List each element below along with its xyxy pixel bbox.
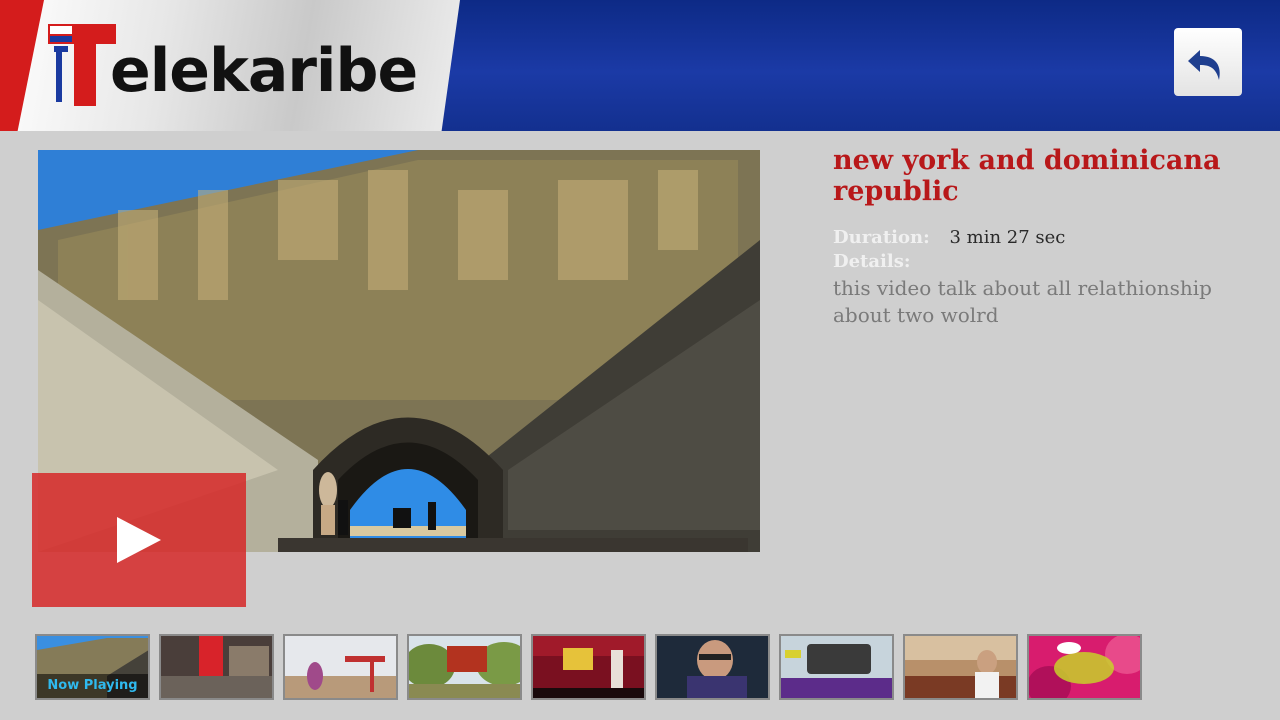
duration-row: Duration: 3 min 27 sec [833, 227, 1253, 249]
duration-label: Duration: [833, 227, 930, 248]
thumbnail-image [161, 636, 272, 698]
app-header: elekaribe [0, 0, 1280, 131]
logo-mark-icon [48, 24, 116, 106]
thumbnail-5[interactable] [531, 634, 646, 700]
play-button[interactable] [32, 473, 246, 607]
play-icon [117, 517, 161, 563]
video-title: new york and dominicana republic [833, 145, 1221, 207]
thumbnail-8[interactable] [903, 634, 1018, 700]
undo-arrow-icon [1188, 50, 1220, 80]
thumbnail-image [905, 636, 1016, 698]
duration-value: 3 min 27 sec [949, 227, 1066, 248]
details-label: Details: [833, 251, 911, 272]
thumbnail-6[interactable] [655, 634, 770, 700]
thumbnail-7[interactable] [779, 634, 894, 700]
thumbnail-9[interactable] [1027, 634, 1142, 700]
thumbnail-image [533, 636, 644, 698]
details-text: this video talk about all relathionship … [833, 276, 1212, 327]
thumbnail-4[interactable] [407, 634, 522, 700]
thumbnail-2[interactable] [159, 634, 274, 700]
thumbnail-image [657, 636, 768, 698]
thumbnail-image [409, 636, 520, 698]
thumbnail-1[interactable]: Now Playing [35, 634, 150, 700]
back-button[interactable] [1174, 28, 1242, 96]
thumbnail-3[interactable] [283, 634, 398, 700]
video-info-panel: new york and dominicana republic Duratio… [833, 145, 1253, 329]
logo-wordmark: elekaribe [110, 36, 418, 106]
thumbnail-strip: Now Playing [35, 634, 1142, 700]
thumbnail-image [1029, 636, 1140, 698]
now-playing-badge: Now Playing [37, 674, 148, 698]
thumbnail-image [285, 636, 396, 698]
thumbnail-image [781, 636, 892, 698]
